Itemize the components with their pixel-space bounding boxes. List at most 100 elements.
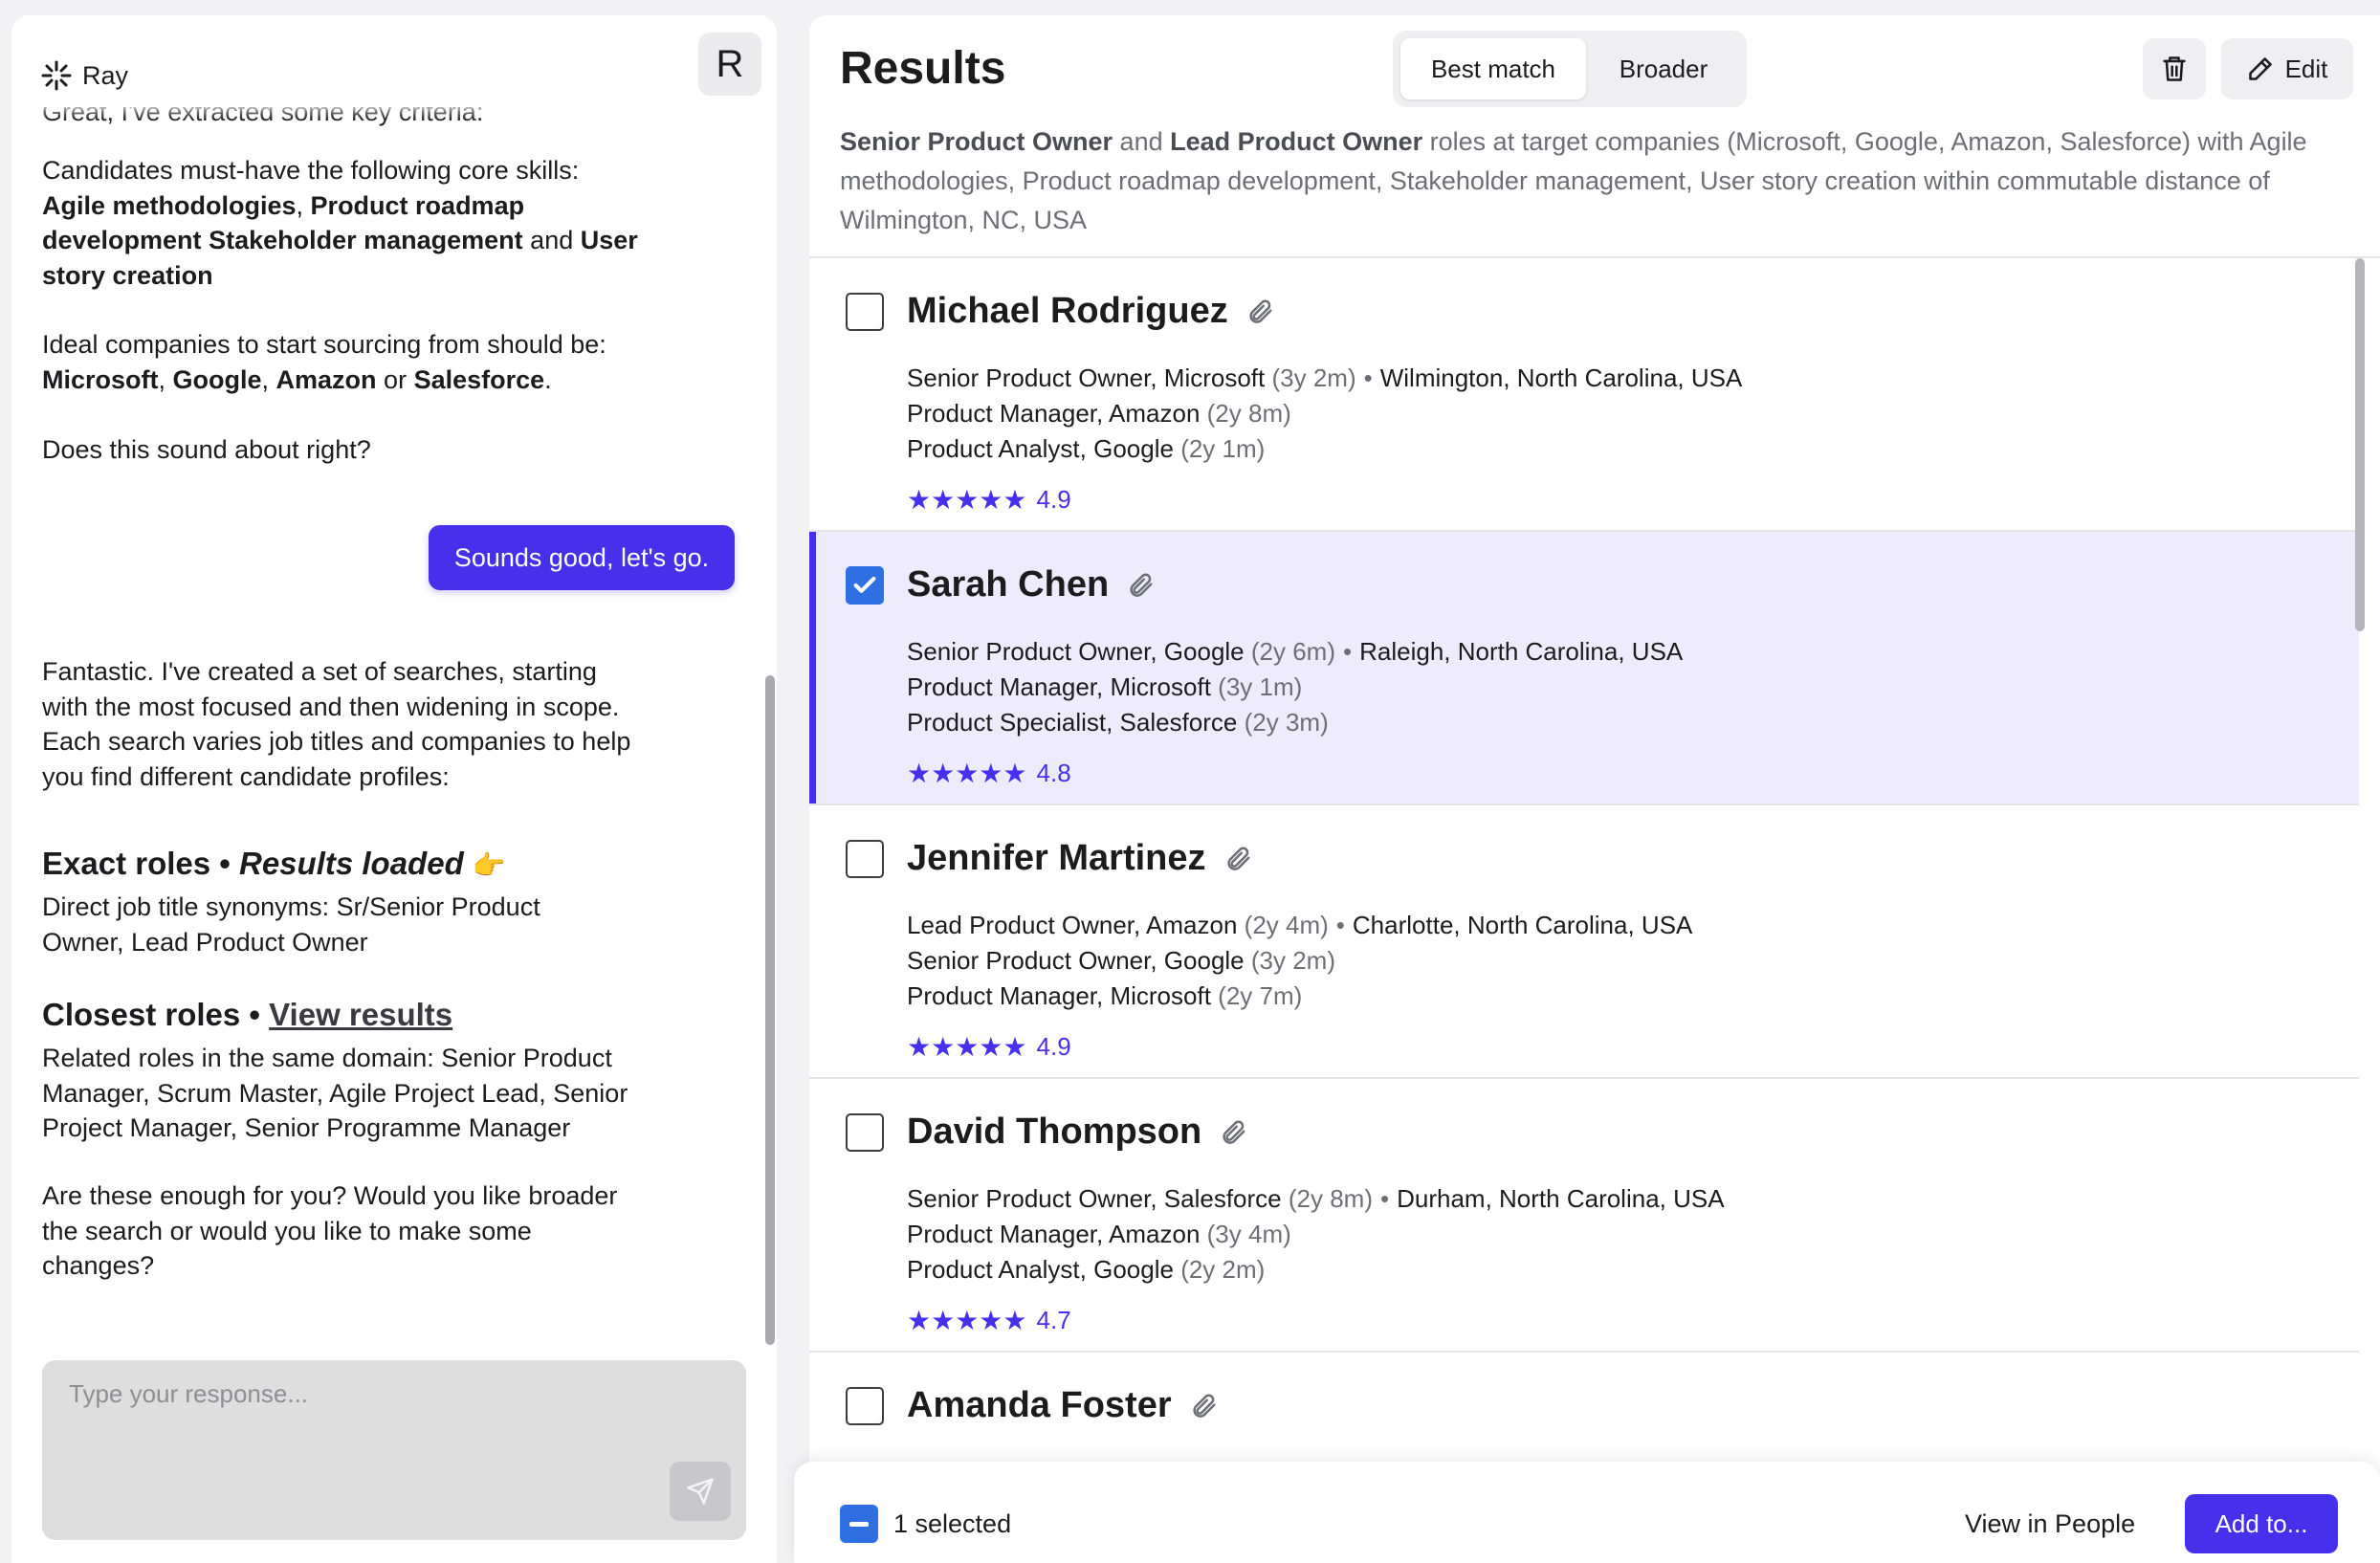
star-icons: ★★★★★ bbox=[907, 485, 1027, 515]
job-role: Product Manager, Amazon bbox=[907, 1220, 1201, 1248]
chat-input[interactable] bbox=[69, 1379, 643, 1409]
company-2: Google bbox=[172, 364, 262, 394]
rating: ★★★★★ 4.9 bbox=[907, 1031, 1071, 1063]
candidate-checkbox[interactable] bbox=[846, 840, 884, 878]
candidate-name[interactable]: David Thompson bbox=[907, 1112, 1201, 1153]
assistant-closing-question: Are these enough for you? Would you like… bbox=[42, 1181, 618, 1280]
results-panel: Results Best match Broader Edit Senior P… bbox=[809, 15, 2380, 1563]
rating-value: 4.9 bbox=[1036, 1032, 1071, 1061]
pointing-hand-icon: 👉 bbox=[472, 850, 506, 880]
paperclip-icon[interactable] bbox=[1189, 1392, 1218, 1420]
job-line: Lead Product Owner, Amazon (2y 4m) • Charl… bbox=[907, 911, 1692, 940]
closest-roles-heading: Closest roles • View results bbox=[42, 997, 453, 1032]
sparkle-icon bbox=[41, 60, 72, 91]
job-role: Senior Product Owner, Salesforce bbox=[907, 1184, 1282, 1213]
candidate-name-row: Jennifer Martinez bbox=[907, 838, 1252, 879]
closest-roles-title: Closest roles bbox=[42, 997, 241, 1032]
job-role: Product Manager, Amazon bbox=[907, 399, 1201, 428]
job-duration: (2y 8m) bbox=[1288, 1184, 1373, 1213]
minus-icon bbox=[849, 1521, 869, 1527]
job-duration: (2y 4m) bbox=[1244, 911, 1329, 939]
job-duration: (2y 3m) bbox=[1244, 708, 1329, 737]
chat-panel: Great, I've extracted some key criteria:… bbox=[11, 15, 777, 1563]
delete-button[interactable] bbox=[2143, 38, 2206, 99]
brand-logo[interactable]: Ray bbox=[40, 59, 128, 92]
rating-value: 4.8 bbox=[1036, 759, 1071, 787]
skills-intro: Candidates must-have the following core … bbox=[42, 156, 580, 185]
candidate-name[interactable]: Sarah Chen bbox=[907, 564, 1109, 605]
separator-dot: • bbox=[1335, 911, 1345, 939]
view-results-link[interactable]: View results bbox=[269, 997, 452, 1032]
chat-input-box[interactable] bbox=[42, 1360, 746, 1540]
star-icons: ★★★★★ bbox=[907, 1306, 1027, 1335]
search-summary: Senior Product Owner and Lead Product Ow… bbox=[840, 122, 2342, 240]
tab-best-match[interactable]: Best match bbox=[1400, 38, 1586, 99]
job-line: Senior Product Owner, Salesforce (2y 8m)… bbox=[907, 1184, 1725, 1214]
candidate-card-selected[interactable]: Sarah Chen Senior Product Owner, Google … bbox=[809, 532, 2359, 805]
candidate-name[interactable]: Jennifer Martinez bbox=[907, 838, 1206, 879]
candidate-checkbox[interactable] bbox=[846, 293, 884, 331]
skill-3: Stakeholder management bbox=[209, 226, 523, 254]
separator-dot: • bbox=[1380, 1184, 1390, 1213]
job-duration: (3y 2m) bbox=[1271, 363, 1356, 392]
rating: ★★★★★ 4.8 bbox=[907, 758, 1071, 789]
send-button[interactable] bbox=[670, 1462, 731, 1521]
candidate-checkbox[interactable] bbox=[846, 1113, 884, 1152]
candidate-location: Wilmington, North Carolina, USA bbox=[1379, 363, 1743, 392]
exact-roles-title: Exact roles bbox=[42, 846, 211, 881]
chat-scrollbar[interactable] bbox=[765, 675, 775, 1345]
rating-value: 4.9 bbox=[1036, 485, 1071, 514]
candidate-location: Durham, North Carolina, USA bbox=[1397, 1184, 1725, 1213]
job-role: Senior Product Owner, Google bbox=[907, 637, 1245, 666]
avatar[interactable]: R bbox=[698, 33, 761, 96]
results-scrollbar[interactable] bbox=[2355, 258, 2365, 631]
job-line: Product Specialist, Salesforce (2y 3m) bbox=[907, 708, 1329, 737]
add-to-button[interactable]: Add to... bbox=[2185, 1494, 2338, 1553]
job-line: Senior Product Owner, Google (3y 2m) bbox=[907, 946, 1335, 976]
job-line: Product Manager, Microsoft (3y 1m) bbox=[907, 672, 1302, 702]
job-duration: (3y 2m) bbox=[1250, 946, 1335, 975]
separator-dot: • bbox=[1343, 637, 1353, 666]
rating-value: 4.7 bbox=[1036, 1306, 1071, 1334]
user-message-bubble: Sounds good, let's go. bbox=[429, 525, 735, 590]
deselect-all-checkbox[interactable] bbox=[840, 1505, 878, 1543]
match-toggle: Best match Broader bbox=[1393, 31, 1747, 107]
company-1: Microsoft bbox=[42, 364, 159, 394]
job-duration: (2y 6m) bbox=[1250, 637, 1335, 666]
job-role: Product Manager, Microsoft bbox=[907, 981, 1211, 1010]
candidate-name-row: Amanda Foster bbox=[907, 1385, 1218, 1426]
results-title: Results bbox=[840, 43, 1006, 94]
edit-button[interactable]: Edit bbox=[2221, 38, 2353, 99]
rating: ★★★★★ 4.9 bbox=[907, 484, 1071, 516]
summary-and: and bbox=[1113, 127, 1171, 156]
candidate-checkbox-checked[interactable] bbox=[846, 566, 884, 605]
rating: ★★★★★ 4.7 bbox=[907, 1305, 1071, 1336]
view-in-people-button[interactable]: View in People bbox=[1965, 1509, 2135, 1539]
job-duration: (2y 1m) bbox=[1180, 434, 1266, 463]
job-role: Product Manager, Microsoft bbox=[907, 672, 1211, 701]
edit-label: Edit bbox=[2284, 54, 2328, 83]
paperclip-icon[interactable] bbox=[1219, 1118, 1247, 1147]
paperclip-icon[interactable] bbox=[1245, 297, 1274, 326]
candidate-location: Charlotte, North Carolina, USA bbox=[1352, 911, 1693, 939]
paperclip-icon[interactable] bbox=[1126, 571, 1155, 600]
job-role: Senior Product Owner, Google bbox=[907, 946, 1245, 975]
candidate-card[interactable]: Jennifer Martinez Lead Product Owner, Am… bbox=[809, 805, 2359, 1079]
skill-1: Agile methodologies bbox=[42, 190, 297, 220]
assistant-message-skills: Candidates must-have the following core … bbox=[42, 156, 638, 290]
companies-intro: Ideal companies to start sourcing from s… bbox=[42, 330, 606, 359]
candidate-card[interactable]: David Thompson Senior Product Owner, Sal… bbox=[809, 1079, 2359, 1353]
paperclip-icon[interactable] bbox=[1223, 845, 1252, 873]
tab-broader[interactable]: Broader bbox=[1586, 38, 1741, 99]
job-duration: (2y 7m) bbox=[1218, 981, 1303, 1010]
candidate-name[interactable]: Michael Rodriguez bbox=[907, 291, 1228, 332]
candidate-checkbox[interactable] bbox=[846, 1387, 884, 1425]
job-line: Product Manager, Microsoft (2y 7m) bbox=[907, 981, 1302, 1011]
checkmark-icon bbox=[853, 576, 876, 593]
candidate-name[interactable]: Amanda Foster bbox=[907, 1385, 1172, 1426]
job-duration: (2y 2m) bbox=[1180, 1255, 1266, 1284]
candidate-card[interactable]: Michael Rodriguez Senior Product Owner, … bbox=[809, 258, 2359, 532]
closest-roles-description: Related roles in the same domain: Senior… bbox=[42, 1044, 628, 1142]
job-duration: (3y 1m) bbox=[1218, 672, 1303, 701]
selection-action-bar: 1 selected View in People Add to... bbox=[794, 1462, 2380, 1563]
